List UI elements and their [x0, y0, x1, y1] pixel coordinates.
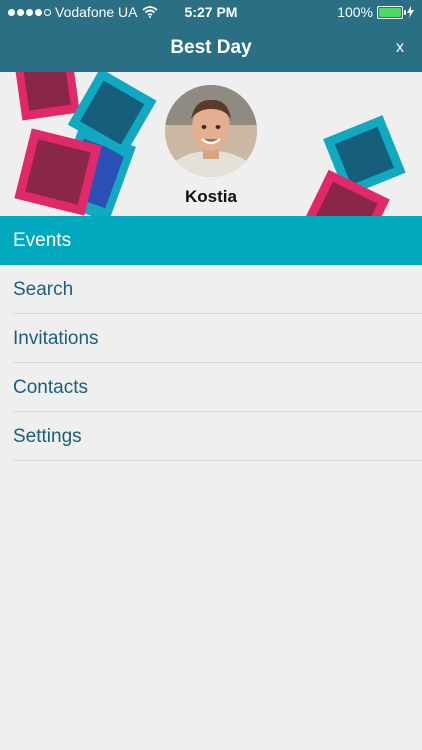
- charging-icon: [407, 6, 414, 18]
- menu-item-label: Contacts: [13, 376, 88, 398]
- menu-item-contacts[interactable]: Contacts: [0, 363, 422, 412]
- menu-item-label: Events: [13, 229, 72, 251]
- page-title: Best Day: [170, 37, 252, 58]
- navigation-bar: Vodafone UA 5:27 PM 100% Best Day x: [0, 0, 422, 72]
- profile-header: Kostia: [0, 72, 422, 216]
- menu-item-label: Settings: [13, 425, 82, 447]
- menu-item-label: Search: [13, 278, 74, 300]
- battery-icon: [377, 5, 406, 19]
- menu-item-label: Invitations: [13, 327, 99, 349]
- menu-item-invitations[interactable]: Invitations: [0, 314, 422, 363]
- status-bar: Vodafone UA 5:27 PM 100%: [0, 0, 422, 24]
- avatar[interactable]: [165, 85, 257, 177]
- user-name: Kostia: [185, 187, 237, 206]
- close-button[interactable]: x: [396, 39, 404, 57]
- battery-percent: 100%: [337, 4, 373, 20]
- divider: [13, 460, 422, 461]
- menu-item-events[interactable]: Events: [0, 216, 422, 265]
- side-menu: Events Search Invitations Contacts Setti…: [0, 216, 422, 461]
- menu-item-search[interactable]: Search: [0, 265, 422, 314]
- menu-item-settings[interactable]: Settings: [0, 412, 422, 461]
- user-photo: [165, 85, 257, 177]
